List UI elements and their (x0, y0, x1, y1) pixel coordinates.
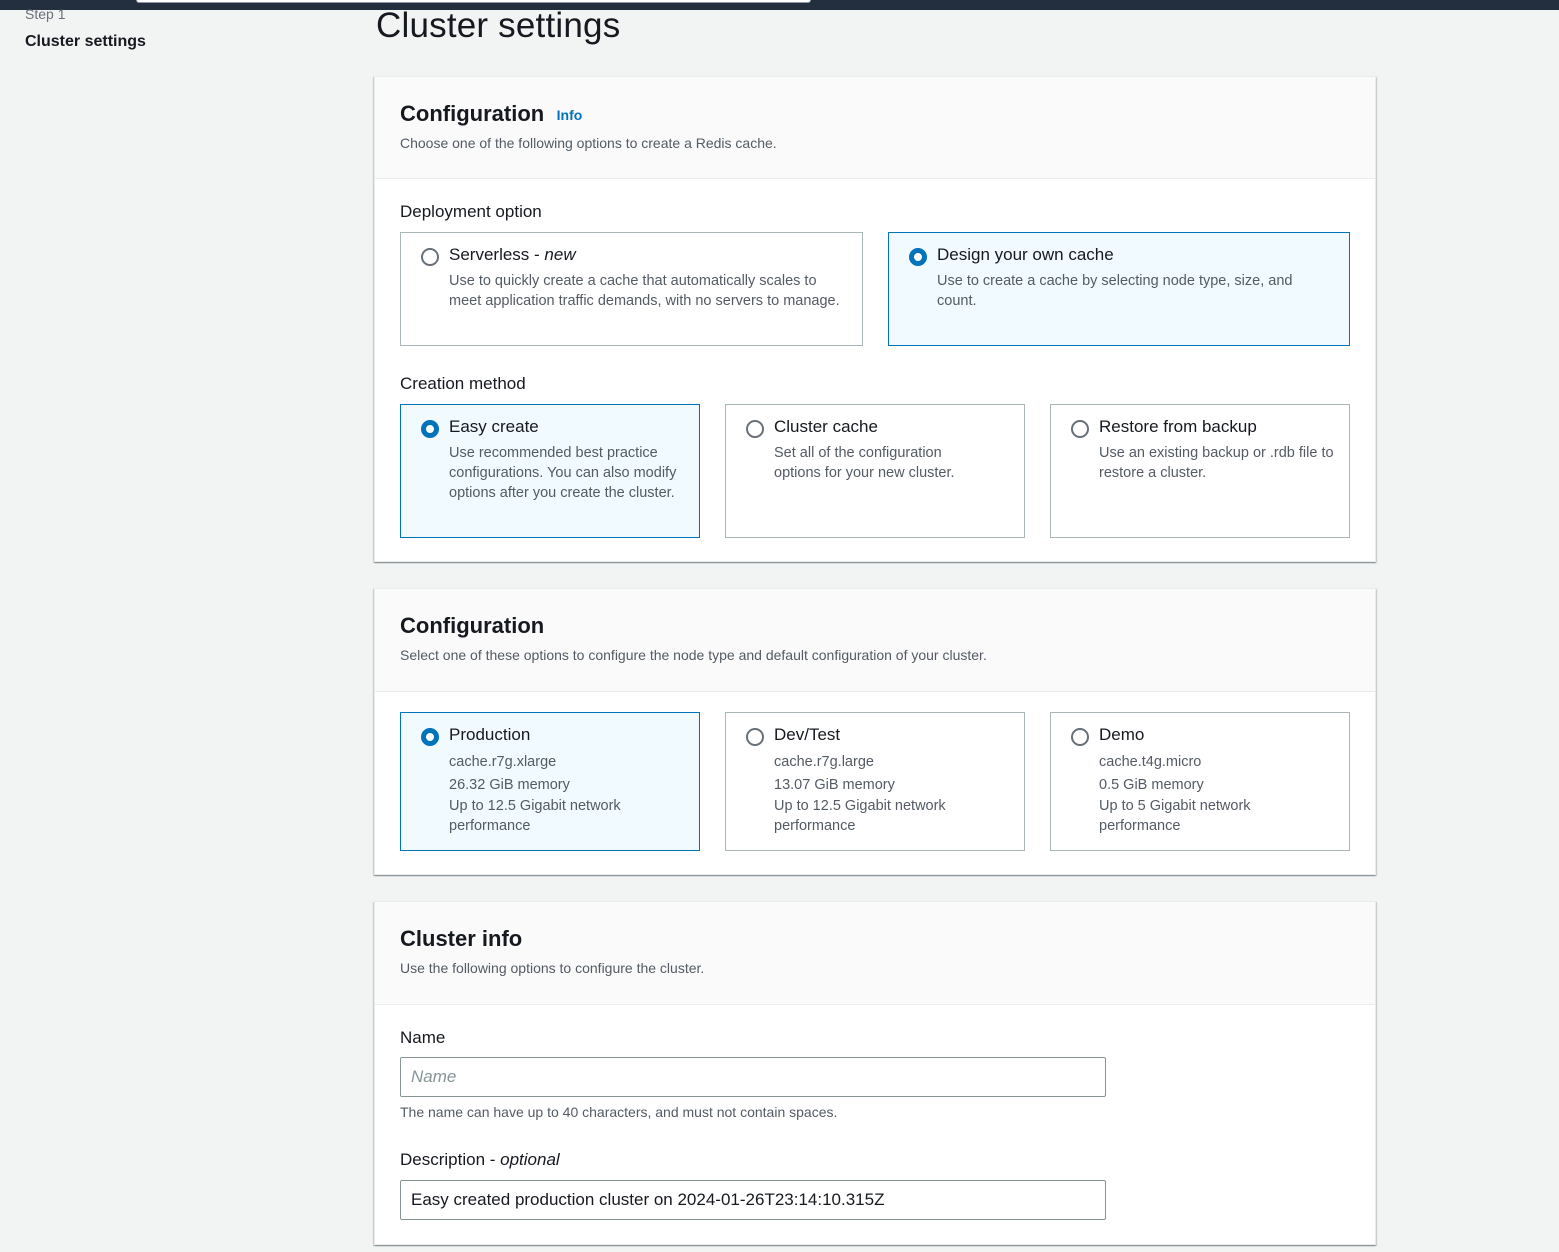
design-your-own-title: Design your own cache (937, 245, 1114, 264)
dev-test-radio[interactable] (746, 728, 764, 746)
creation-method-easy-create[interactable]: Easy create Use recommended best practic… (400, 404, 700, 538)
name-hint: The name can have up to 40 characters, a… (400, 1104, 838, 1120)
node-configuration-panel-header: Configuration Select one of these option… (375, 589, 1375, 692)
info-link[interactable]: Info (557, 107, 583, 123)
restore-from-backup-description: Use an existing backup or .rdb file to r… (1099, 445, 1334, 481)
config-option-production[interactable]: Production cache.r7g.xlarge 26.32 GiB me… (400, 712, 700, 851)
serverless-title: Serverless - new (449, 245, 576, 264)
dev-test-memory: 13.07 GiB memory (774, 776, 895, 793)
node-configuration-description: Select one of these options to configure… (400, 647, 987, 663)
production-node-type: cache.r7g.xlarge (449, 754, 557, 770)
demo-memory: 0.5 GiB memory (1099, 776, 1204, 793)
cluster-cache-title: Cluster cache (774, 417, 878, 436)
page-title: Cluster settings (376, 6, 621, 45)
deployment-option-design-your-own[interactable]: Design your own cache Use to create a ca… (888, 232, 1350, 346)
design-your-own-radio[interactable] (909, 248, 927, 266)
cluster-info-panel-header: Cluster info Use the following options t… (375, 902, 1375, 1005)
wizard-step-cluster-settings[interactable]: Cluster settings (25, 33, 146, 51)
creation-method-restore-from-backup[interactable]: Restore from backup Use an existing back… (1050, 404, 1350, 538)
restore-from-backup-title: Restore from backup (1099, 417, 1257, 436)
production-title: Production (449, 725, 531, 744)
cluster-info-description: Use the following options to configure t… (400, 960, 705, 976)
configuration-heading: Configuration (400, 101, 545, 126)
creation-method-label: Creation method (400, 374, 526, 393)
serverless-description: Use to quickly create a cache that autom… (449, 273, 840, 309)
description-label: Description - optional (400, 1150, 560, 1169)
configuration-panel: Configuration Info Choose one of the fol… (374, 76, 1376, 562)
node-configuration-heading: Configuration (400, 613, 545, 638)
demo-title: Demo (1099, 725, 1145, 744)
name-field[interactable] (400, 1057, 1106, 1097)
restore-from-backup-radio[interactable] (1071, 420, 1089, 438)
config-option-dev-test[interactable]: Dev/Test cache.r7g.large 13.07 GiB memor… (725, 712, 1025, 851)
node-configuration-panel: Configuration Select one of these option… (374, 588, 1376, 875)
deployment-option-label: Deployment option (400, 202, 542, 221)
demo-radio[interactable] (1071, 728, 1089, 746)
creation-method-cluster-cache[interactable]: Cluster cache Set all of the configurati… (725, 404, 1025, 538)
config-option-demo[interactable]: Demo cache.t4g.micro 0.5 GiB memory Up t… (1050, 712, 1350, 851)
demo-node-type: cache.t4g.micro (1099, 754, 1202, 770)
production-details: cache.r7g.xlarge 26.32 GiB memory Up to … (449, 751, 681, 836)
demo-details: cache.t4g.micro 0.5 GiB memory Up to 5 G… (1099, 751, 1299, 836)
deployment-option-serverless[interactable]: Serverless - new Use to quickly create a… (400, 232, 863, 346)
wizard-step-label: Step 1 (25, 6, 66, 22)
dev-test-details: cache.r7g.large 13.07 GiB memory Up to 1… (774, 751, 1006, 836)
configuration-description: Choose one of the following options to c… (400, 135, 777, 151)
cluster-cache-radio[interactable] (746, 420, 764, 438)
production-network: Up to 12.5 Gigabit network performance (449, 798, 621, 834)
design-your-own-description: Use to create a cache by selecting node … (937, 273, 1293, 309)
easy-create-title: Easy create (449, 417, 539, 436)
demo-network: Up to 5 Gigabit network performance (1099, 798, 1251, 834)
dev-test-network: Up to 12.5 Gigabit network performance (774, 798, 946, 834)
configuration-panel-header: Configuration Info Choose one of the fol… (375, 77, 1375, 179)
description-field[interactable] (400, 1180, 1106, 1220)
easy-create-description: Use recommended best practice configurat… (449, 445, 677, 501)
dev-test-title: Dev/Test (774, 725, 841, 744)
dev-test-node-type: cache.r7g.large (774, 754, 874, 770)
name-label: Name (400, 1028, 446, 1047)
production-radio[interactable] (421, 728, 439, 746)
easy-create-radio[interactable] (421, 420, 439, 438)
cluster-info-heading: Cluster info (400, 926, 523, 951)
top-navigation-bar (0, 0, 1559, 10)
global-search-bar[interactable] (136, 0, 811, 3)
cluster-info-panel: Cluster info Use the following options t… (374, 901, 1376, 1245)
cluster-cache-description: Set all of the configuration options for… (774, 445, 955, 481)
serverless-radio[interactable] (421, 248, 439, 266)
production-memory: 26.32 GiB memory (449, 776, 570, 793)
